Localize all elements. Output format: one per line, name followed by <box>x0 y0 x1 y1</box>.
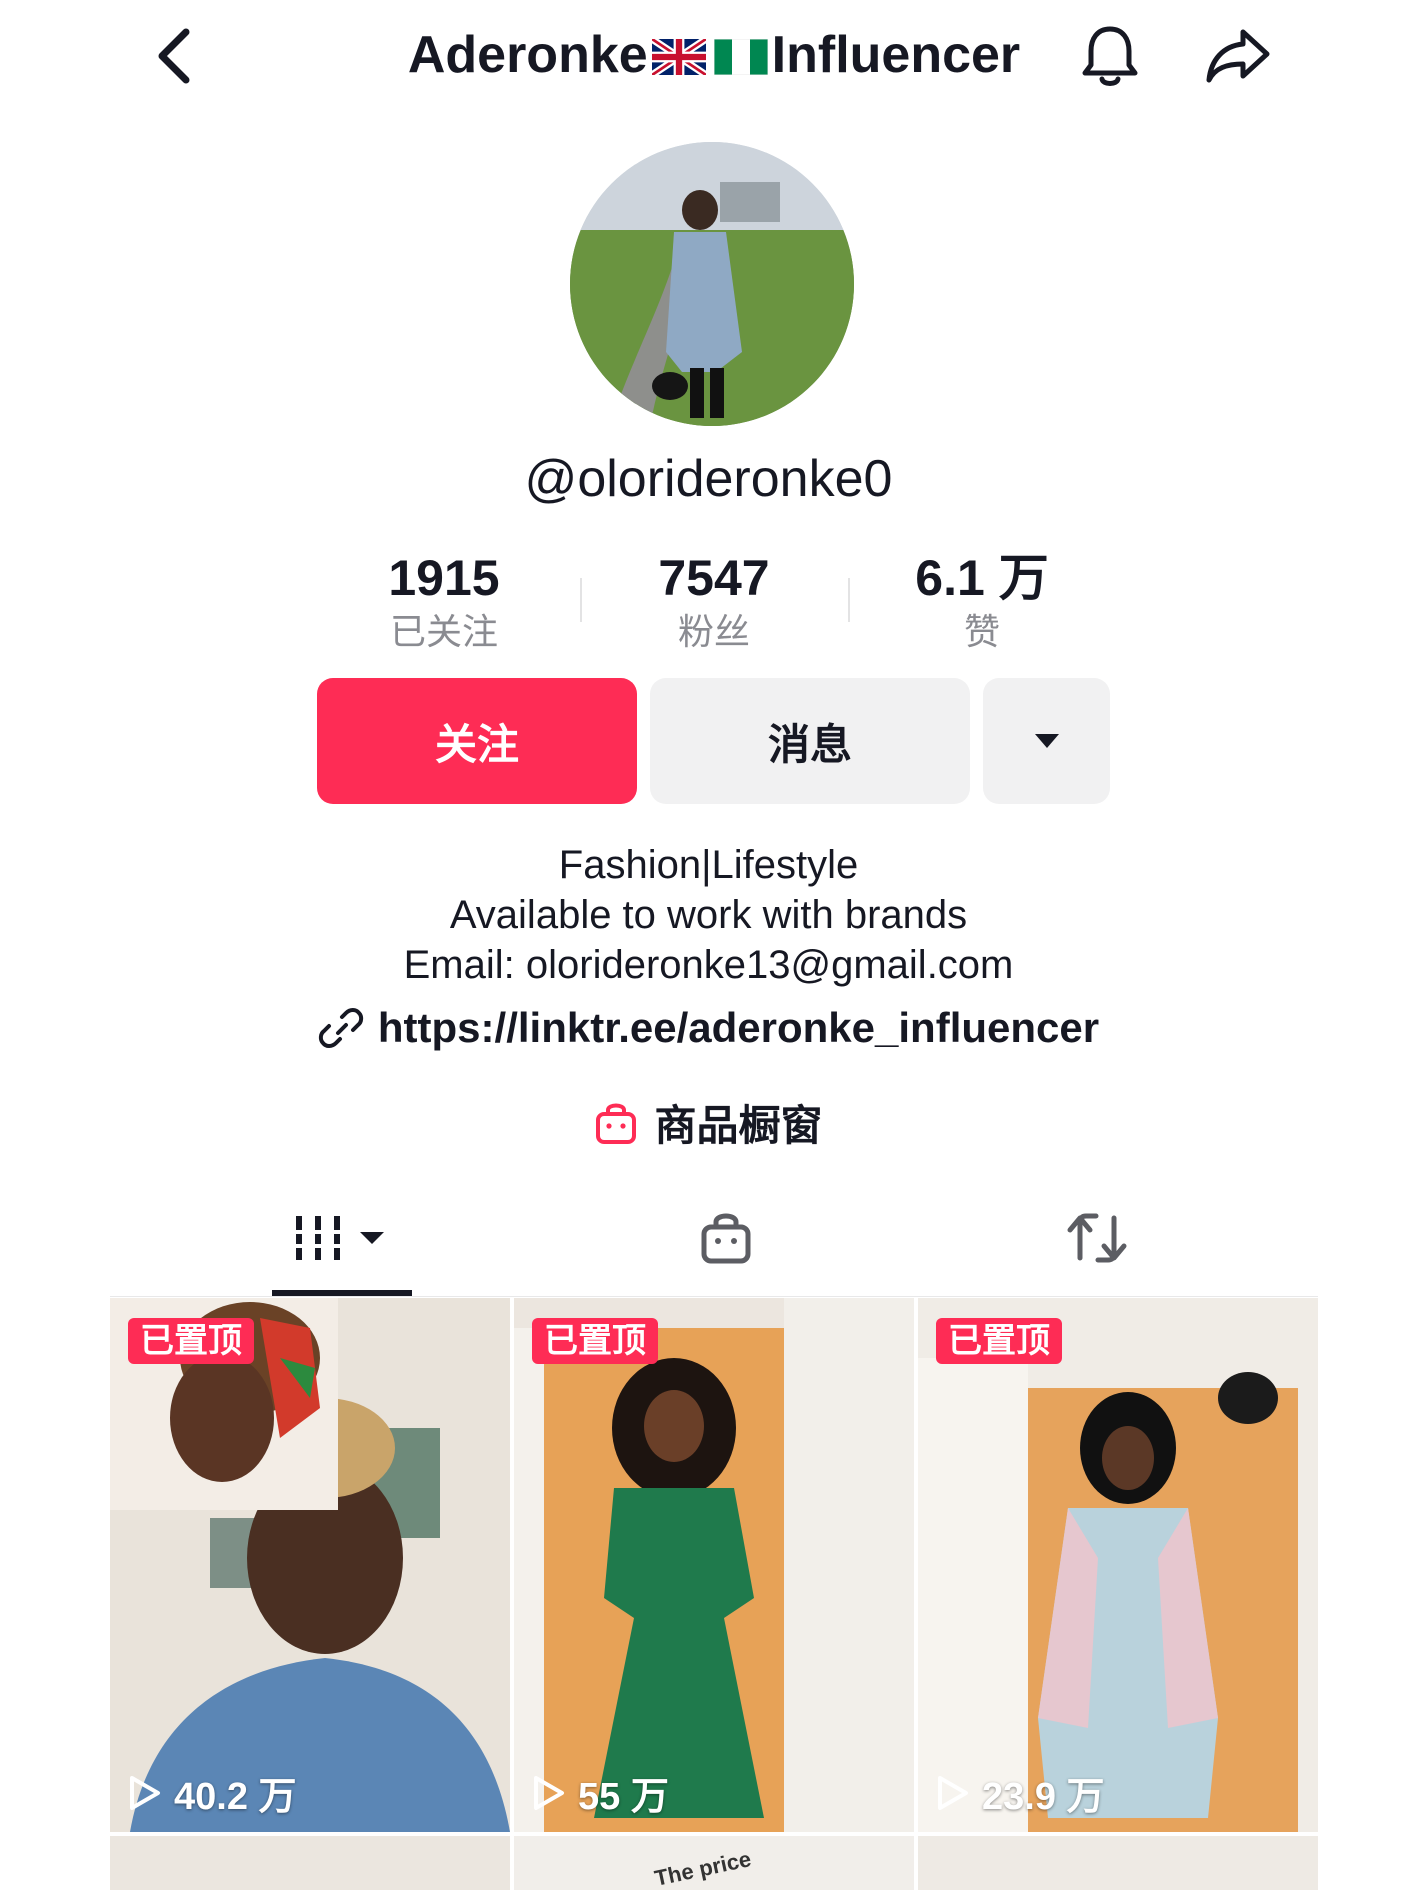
stat-divider <box>580 578 582 622</box>
view-count: 23.9 万 <box>936 1765 1105 1820</box>
nigeria-flag-icon <box>713 25 769 76</box>
likes-count: 6.1 万 <box>915 550 1049 606</box>
shopping-bag-icon <box>596 1103 637 1144</box>
stat-likes[interactable]: 6.1 万 赞 <box>872 550 1092 658</box>
video-thumbnail[interactable] <box>110 1836 510 1890</box>
following-count: 1915 <box>388 550 500 606</box>
bio-line: Available to work with brands <box>449 893 968 937</box>
content-tabs <box>110 1184 1318 1297</box>
stat-following[interactable]: 1915 已关注 <box>334 550 554 658</box>
message-button[interactable]: 消息 <box>650 678 970 804</box>
bio-line: Fashion|Lifestyle <box>558 843 859 887</box>
stat-followers[interactable]: 7547 粉丝 <box>604 550 824 658</box>
video-thumbnail[interactable]: The price <box>514 1836 914 1890</box>
shop-label: 商品橱窗 <box>654 1102 823 1149</box>
bio-line: Email: olorideronke13@gmail.com <box>403 943 1014 987</box>
avatar-photo <box>570 142 854 426</box>
tab-shop[interactable] <box>666 1184 786 1292</box>
profile-link-text: https://linktr.ee/aderonke_influencer <box>377 1004 1100 1051</box>
bell-icon <box>1082 26 1138 86</box>
link-icon <box>318 1008 364 1048</box>
profile-display-name: Aderonke Influencer <box>360 22 1068 88</box>
likes-label: 赞 <box>963 611 1000 652</box>
view-count-text: 40.2 万 <box>174 1776 297 1818</box>
follow-button[interactable]: 关注 <box>317 678 637 804</box>
video-thumbnail-image <box>514 1298 914 1832</box>
stat-divider <box>848 578 850 622</box>
display-name-part-2: Influencer <box>771 26 1021 84</box>
shopping-bag-icon <box>701 1213 751 1264</box>
video-thumbnail-image <box>918 1298 1318 1832</box>
play-icon <box>534 1775 564 1810</box>
followers-label: 粉丝 <box>677 611 750 652</box>
share-arrow-icon <box>1206 29 1270 83</box>
view-count: 55 万 <box>532 1765 669 1820</box>
followers-count: 7547 <box>658 550 770 606</box>
view-count-text: 23.9 万 <box>982 1776 1105 1818</box>
tab-reposts[interactable] <box>1032 1184 1162 1292</box>
view-count-text: 55 万 <box>578 1776 669 1818</box>
video-thumbnail[interactable]: 已置顶 40.2 万 <box>110 1298 510 1832</box>
video-thumbnail-image <box>110 1298 510 1832</box>
repost-icon <box>1067 1213 1127 1263</box>
caret-down-icon <box>1034 734 1059 748</box>
video-thumbnail[interactable]: 已置顶 55 万 <box>514 1298 914 1832</box>
back-button[interactable] <box>136 18 212 94</box>
pinned-badge: 已置顶 <box>936 1318 1062 1364</box>
profile-handle: @olorideronke0 <box>524 450 893 508</box>
pinned-badge: 已置顶 <box>128 1318 254 1364</box>
video-thumbnail[interactable] <box>918 1836 1318 1890</box>
videos-grid-icon <box>290 1216 384 1260</box>
following-label: 已关注 <box>389 611 498 652</box>
more-options-button[interactable] <box>983 678 1110 804</box>
play-icon <box>130 1775 160 1810</box>
shop-showcase-link[interactable]: 商品橱窗 <box>200 1092 1217 1153</box>
play-icon <box>938 1775 968 1810</box>
display-name-part-1: Aderonke <box>407 26 648 84</box>
share-button[interactable] <box>1200 18 1276 94</box>
notification-button[interactable] <box>1072 18 1148 94</box>
tab-videos[interactable] <box>250 1184 440 1292</box>
active-tab-indicator <box>272 1290 412 1296</box>
avatar[interactable] <box>570 142 854 426</box>
back-arrow-icon <box>158 28 190 84</box>
pinned-badge: 已置顶 <box>532 1318 658 1364</box>
view-count: 40.2 万 <box>128 1765 297 1820</box>
uk-flag-icon <box>649 25 708 78</box>
video-thumbnail[interactable]: 已置顶 23.9 万 <box>918 1298 1318 1832</box>
video-caption-fragment: The price <box>652 1846 754 1890</box>
profile-link[interactable]: https://linktr.ee/aderonke_influencer <box>200 1004 1217 1052</box>
